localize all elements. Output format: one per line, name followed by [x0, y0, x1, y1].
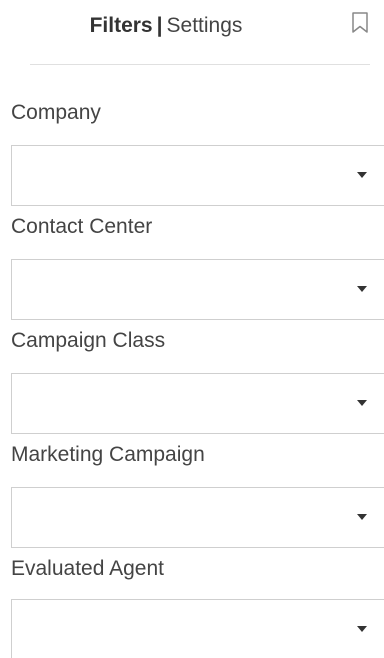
filters-panel: Filters | Settings Company Contact Center …	[0, 0, 384, 658]
tab-filters[interactable]: Filters	[90, 14, 153, 37]
tab-settings[interactable]: Settings	[167, 14, 243, 37]
marketing-campaign-select[interactable]	[11, 487, 384, 548]
campaign-class-select[interactable]	[11, 373, 384, 434]
company-select[interactable]	[11, 145, 384, 206]
company-label: Company	[11, 101, 101, 124]
contact-center-select[interactable]	[11, 259, 384, 320]
chevron-down-icon	[357, 514, 367, 520]
header-divider	[30, 64, 370, 65]
chevron-down-icon	[357, 400, 367, 406]
chevron-down-icon	[357, 286, 367, 292]
marketing-campaign-label: Marketing Campaign	[11, 443, 205, 466]
bookmark-icon[interactable]	[351, 12, 369, 34]
contact-center-label: Contact Center	[11, 215, 153, 238]
chevron-down-icon	[357, 626, 367, 632]
tab-separator: |	[156, 14, 163, 37]
evaluated-agent-select[interactable]	[11, 599, 384, 658]
campaign-class-label: Campaign Class	[11, 329, 166, 352]
panel-header: Filters | Settings	[0, 0, 384, 52]
header-tabs: Filters | Settings	[0, 13, 332, 39]
chevron-down-icon	[357, 172, 367, 178]
evaluated-agent-label: Evaluated Agent	[11, 557, 164, 580]
